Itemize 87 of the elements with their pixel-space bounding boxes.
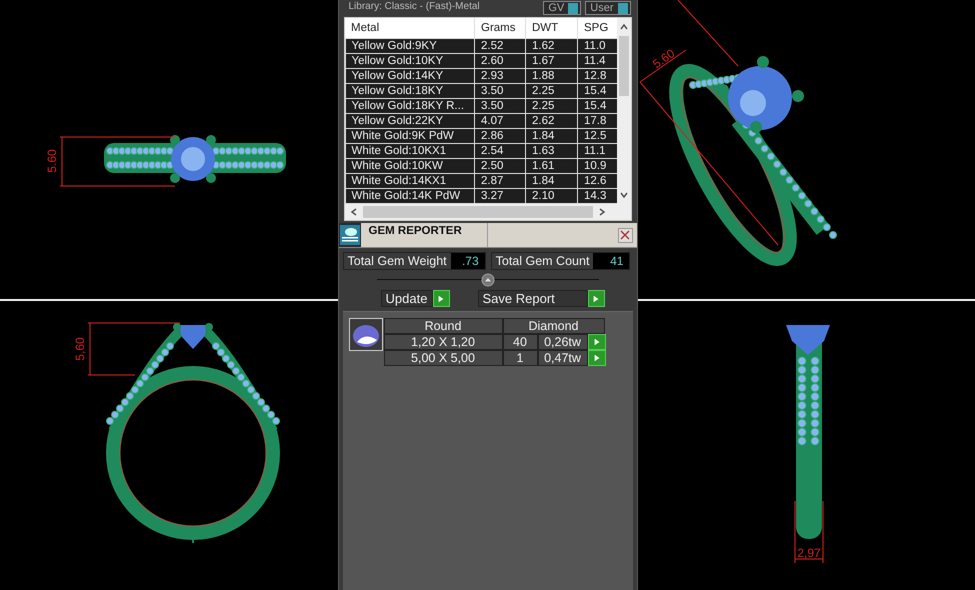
caret-down-icon[interactable] [618, 190, 629, 200]
table-cell: 2.25 [526, 84, 578, 98]
dimension-line [794, 500, 823, 564]
table-cell: 1,20 X 1,20 [384, 334, 502, 350]
library-label: Library: Classic - (Fast)-Metal [348, 1, 480, 12]
table-cell: 11.1 [578, 144, 617, 158]
table-cell: White Gold:14K PdW [345, 188, 474, 204]
table-cell: 11.0 [578, 38, 617, 54]
table-cell: 2.62 [526, 114, 578, 128]
table-cell: 17.8 [578, 114, 617, 128]
column-header[interactable]: SPG [578, 18, 617, 38]
action-button[interactable]: Update [380, 290, 432, 307]
play-icon [437, 294, 445, 302]
play-button[interactable] [432, 290, 450, 307]
table-cell: 2.25 [526, 98, 578, 114]
table-cell: White Gold:14KX1 [345, 174, 474, 188]
horizontal-scrollbar[interactable] [344, 204, 630, 220]
table-cell: 2.60 [474, 54, 526, 68]
scrollbar-thumb[interactable] [362, 206, 592, 218]
table-cell: 2.52 [474, 38, 526, 54]
table-cell: White Gold:9K PdW [345, 128, 474, 144]
dimension-label: 5.60 [45, 149, 59, 173]
table-cell: 1.84 [526, 174, 578, 188]
caret-right-icon[interactable] [596, 207, 606, 217]
caret-up-icon[interactable] [618, 22, 629, 32]
table-cell: 15.4 [578, 98, 617, 114]
table-cell: Yellow Gold:18KY [345, 84, 474, 98]
table-cell: 1.88 [526, 68, 578, 84]
table-cell: 1.63 [526, 144, 578, 158]
table-cell: Yellow Gold:18KY R... [345, 98, 474, 114]
table-cell: Yellow Gold:22KY [345, 114, 474, 128]
table-cell: Yellow Gold:14KY [345, 68, 474, 84]
table-cell: 5,00 X 5,00 [384, 350, 502, 366]
report-icon [338, 223, 360, 247]
column-header[interactable]: Grams [474, 18, 526, 38]
vertical-scrollbar[interactable] [616, 18, 630, 204]
column-header: Diamond [502, 318, 604, 334]
table-cell: 10.9 [578, 158, 617, 174]
gem-thumbnail [348, 318, 382, 351]
table-cell: Yellow Gold:9KY [345, 38, 474, 54]
column-header[interactable]: Metal [345, 18, 474, 38]
dimension-label: 5,60 [73, 337, 87, 361]
table-cell: 2.10 [526, 188, 578, 204]
table-cell: 11.4 [578, 54, 617, 68]
dimension-label: 5.60 [650, 46, 677, 72]
toggle-button[interactable]: User [585, 1, 630, 15]
column-header: Round [384, 318, 502, 334]
close-button[interactable] [618, 228, 632, 242]
toggle-button[interactable]: GV [543, 1, 582, 15]
table-cell: 0,26tw [538, 334, 588, 350]
action-button[interactable]: Save Report [478, 290, 588, 307]
table-cell: 15.4 [578, 84, 617, 98]
collapse-handle[interactable] [480, 273, 494, 287]
panel-title: GEM REPORTER [360, 223, 488, 247]
table-cell: 40 [502, 334, 538, 350]
table-cell: 3.50 [474, 84, 526, 98]
caret-left-icon[interactable] [348, 207, 358, 217]
table-cell: 12.5 [578, 128, 617, 144]
toggle-icon [568, 2, 578, 14]
table-cell: 3.50 [474, 98, 526, 114]
table-cell: 1.84 [526, 128, 578, 144]
dimension-label: 2,97 [796, 546, 820, 560]
table-cell: White Gold:10KX1 [345, 144, 474, 158]
table-cell: 3.27 [474, 188, 526, 204]
table-cell: 1 [502, 350, 538, 366]
play-button[interactable] [588, 350, 606, 366]
play-button[interactable] [588, 334, 606, 350]
table-cell: 1.61 [526, 158, 578, 174]
play-icon [592, 294, 600, 302]
table-cell: 2.93 [474, 68, 526, 84]
table-cell: 4.07 [474, 114, 526, 128]
scrollbar-thumb[interactable] [618, 36, 629, 96]
toggle-icon [618, 2, 628, 14]
table-cell: Yellow Gold:10KY [345, 54, 474, 68]
table-cell: 14.3 [578, 188, 617, 204]
table-cell: White Gold:10KW [345, 158, 474, 174]
table-cell: 12.6 [578, 174, 617, 188]
table-cell: 2.86 [474, 128, 526, 144]
table-cell: 1.62 [526, 38, 578, 54]
table-cell: 0,47tw [538, 350, 588, 366]
column-header[interactable]: DWT [526, 18, 578, 38]
table-cell: 2.54 [474, 144, 526, 158]
table-cell: 2.50 [474, 158, 526, 174]
play-button[interactable] [588, 290, 604, 307]
table-cell: 2.87 [474, 174, 526, 188]
table-cell: 1.67 [526, 54, 578, 68]
table-cell: 12.8 [578, 68, 617, 84]
